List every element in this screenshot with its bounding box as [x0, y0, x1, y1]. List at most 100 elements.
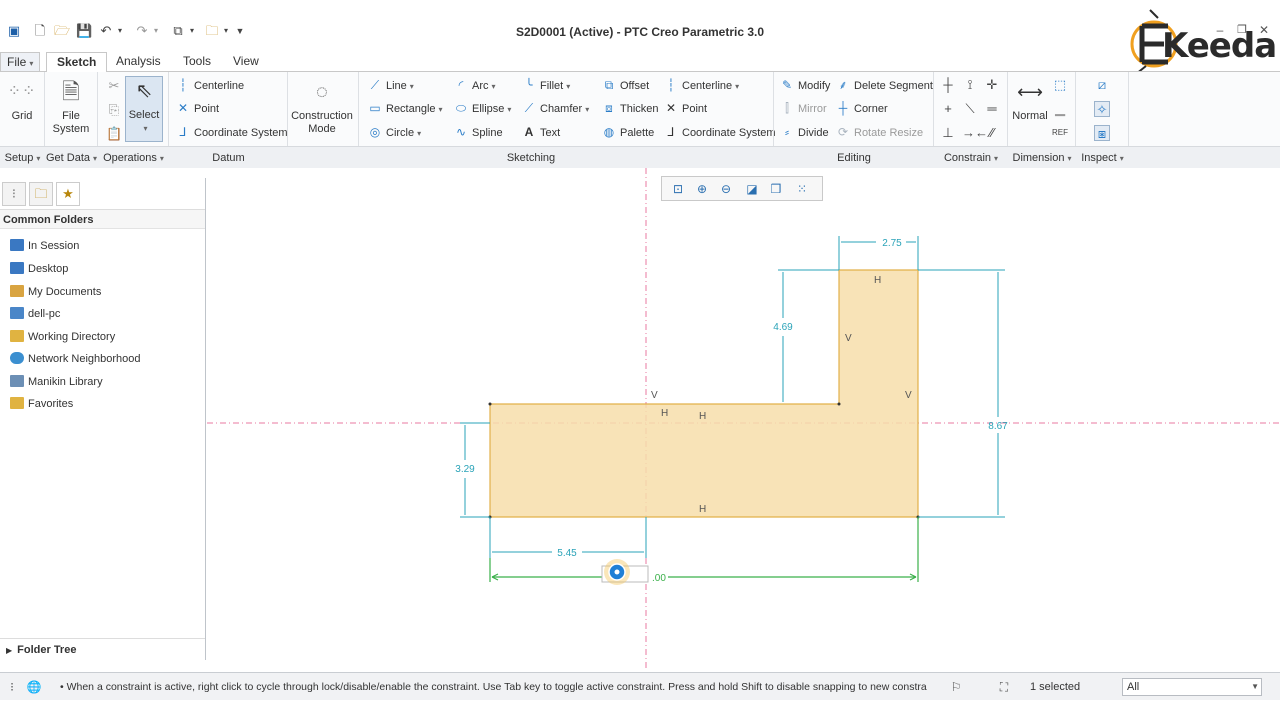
tab-analysis[interactable]: Analysis	[106, 52, 171, 72]
navigator-toggle-icon[interactable]: ⁝	[4, 679, 20, 695]
folder-dell-pc[interactable]: dell-pc	[10, 305, 60, 323]
file-system-button[interactable]: 🗎 File System	[48, 78, 94, 136]
folder-browser-tab-icon[interactable]: 🗀	[29, 182, 53, 206]
divide-icon: ⸗	[785, 125, 789, 139]
folder-my-documents[interactable]: My Documents	[10, 283, 101, 301]
ellipse-button[interactable]: ⬭ Ellipse ▾	[454, 99, 512, 117]
delete-segment-button[interactable]: ⸙ Delete Segment	[836, 76, 932, 94]
spline-button[interactable]: ∿ Spline	[454, 123, 503, 141]
circle-icon: ◎	[369, 125, 381, 139]
sketch-canvas[interactable]: 2.75 4.69 8.67 3.29 5.45 .00 H V V V H H	[207, 168, 1280, 670]
chamfer-button[interactable]: ⟋ Chamfer ▾	[522, 99, 589, 117]
repaint-icon[interactable]: ◪	[742, 180, 762, 198]
centerline-icon: ┆	[179, 78, 187, 92]
tab-file[interactable]: File ▾	[0, 52, 41, 72]
favorites-tab-icon[interactable]: ★	[56, 182, 80, 206]
circle-button[interactable]: ◎ Circle ▾	[368, 123, 421, 141]
tab-sketch[interactable]: Sketch	[46, 52, 108, 73]
text-button[interactable]: A Text	[522, 123, 561, 141]
folder-manikin-library[interactable]: Manikin Library	[10, 373, 103, 391]
coincident-constraint-icon[interactable]: ⟍	[962, 101, 978, 117]
find-binoculars-icon[interactable]: ⛶	[996, 679, 1012, 695]
group-dimension[interactable]: Dimension ▾	[1008, 146, 1076, 168]
active-dimension-text[interactable]: .00	[652, 573, 666, 584]
group-get-data[interactable]: Get Data ▾	[45, 146, 98, 168]
zoom-in-icon[interactable]: ⊕	[692, 180, 712, 198]
line-icon: ⟋	[370, 78, 380, 92]
horizontal-constraint-icon[interactable]: +	[940, 101, 956, 117]
browser-toggle-icon[interactable]: 🌐	[26, 679, 42, 695]
dimension-text[interactable]: 8.67	[988, 421, 1008, 432]
sketch-point-button[interactable]: ✕ Point	[664, 99, 707, 117]
grid-button[interactable]: ⁘⁘ Grid	[4, 78, 40, 123]
folder-in-session[interactable]: In Session	[10, 237, 79, 255]
highlight-open-ends-icon[interactable]: ✧	[1094, 101, 1110, 117]
perimeter-icon[interactable]: ⬚	[1052, 77, 1068, 93]
rotate-resize-button[interactable]: ⟳ Rotate Resize	[836, 123, 923, 141]
spline-icon: ∿	[455, 125, 467, 139]
dimension-8.67	[918, 269, 1005, 518]
sketch-coordinate-system-button[interactable]: ⅃ Coordinate System	[664, 123, 776, 141]
thicken-button[interactable]: ⧈ Thicken	[602, 99, 658, 117]
line-button[interactable]: ⟋ Line ▾	[368, 76, 414, 94]
offset-button[interactable]: ⧉ Offset	[602, 76, 649, 94]
vertical-constraint-icon[interactable]: ┼	[940, 77, 956, 93]
group-operations[interactable]: Operations ▾	[98, 146, 169, 168]
selection-filter-select[interactable]: All ▼	[1122, 678, 1262, 696]
datum-coordinate-system-button[interactable]: ⅃ Coordinate System	[176, 123, 288, 141]
folder-favorites[interactable]: Favorites	[10, 395, 73, 413]
folder-desktop[interactable]: Desktop	[10, 260, 68, 278]
select-button[interactable]: ⇖ Select ▾	[125, 76, 163, 142]
dimension-text[interactable]: 4.69	[773, 322, 793, 333]
group-inspect[interactable]: Inspect ▾	[1076, 146, 1129, 168]
equal-constraint-icon[interactable]: ═	[984, 101, 1000, 117]
tangent-constraint-icon[interactable]: ⟟	[962, 77, 978, 93]
paste-icon[interactable]: 📋	[106, 126, 122, 142]
group-constrain[interactable]: Constrain ▾	[934, 146, 1008, 168]
parallel-constraint-icon[interactable]: ∕∕	[984, 125, 1000, 141]
construction-mode-button[interactable]: ◌ Construction Mode	[290, 78, 354, 136]
dimension-text[interactable]: 5.45	[557, 548, 577, 559]
divide-button[interactable]: ⸗ Divide	[780, 123, 829, 141]
dimension-2.75	[838, 236, 919, 270]
symmetric-constraint-icon[interactable]: →←	[962, 125, 988, 141]
arc-button[interactable]: ◜ Arc ▾	[454, 76, 496, 94]
sketch-centerline-button[interactable]: ┆ Centerline ▾	[664, 76, 739, 94]
rotate-resize-icon: ⟳	[837, 125, 849, 139]
refit-icon[interactable]: ⊡	[668, 180, 688, 198]
sketcher-display-filter-icon[interactable]: ⁙	[792, 180, 812, 198]
normal-dimension-button[interactable]: ⟷ Normal	[1010, 78, 1050, 123]
fillet-button[interactable]: ╰ Fillet ▾	[522, 76, 570, 94]
file-system-icon: 🗎	[62, 79, 80, 104]
tab-tools[interactable]: Tools	[173, 52, 221, 72]
overlapping-geometry-icon[interactable]: ⧄	[1094, 77, 1110, 93]
sketch-profile	[489, 269, 919, 518]
midpoint-constraint-icon[interactable]: ✛	[984, 77, 1000, 93]
folder-working-directory[interactable]: Working Directory	[10, 328, 115, 346]
baseline-icon[interactable]: ▁	[1052, 101, 1068, 117]
model-tree-tab-icon[interactable]: ⁝	[2, 182, 26, 206]
copy-icon[interactable]: ⎘	[106, 102, 122, 118]
dimension-text[interactable]: 3.29	[455, 464, 475, 475]
mirror-button[interactable]: ⫿ Mirror	[780, 99, 827, 117]
flag-icon[interactable]: ⚐	[948, 679, 964, 695]
rectangle-button[interactable]: ▭ Rectangle ▾	[368, 99, 442, 117]
normal-dimension-icon: ⟷	[1017, 82, 1043, 102]
palette-button[interactable]: ◍ Palette	[602, 123, 655, 141]
folder-tree-toggle[interactable]: ▶ Folder Tree	[0, 638, 205, 660]
datum-centerline-button[interactable]: ┆ Centerline	[176, 76, 244, 94]
modify-button[interactable]: ✎ Modify	[780, 76, 830, 94]
cut-icon[interactable]: ✂	[106, 78, 122, 94]
folder-network-neighborhood[interactable]: Network Neighborhood	[10, 350, 141, 368]
reference-icon[interactable]: REF	[1052, 125, 1068, 141]
zoom-out-icon[interactable]: ⊖	[716, 180, 736, 198]
perpendicular-constraint-icon[interactable]: ⊥	[940, 125, 956, 141]
dimension-text[interactable]: 2.75	[882, 238, 902, 249]
group-setup[interactable]: Setup ▾	[0, 146, 45, 168]
corner-button[interactable]: ┼ Corner	[836, 99, 888, 117]
chamfer-icon: ⟋	[524, 101, 534, 115]
shade-closed-loops-icon[interactable]: ⧆	[1094, 125, 1110, 141]
display-style-icon[interactable]: ❒	[766, 180, 786, 198]
datum-point-button[interactable]: ✕ Point	[176, 99, 219, 117]
tab-view[interactable]: View	[223, 52, 269, 72]
